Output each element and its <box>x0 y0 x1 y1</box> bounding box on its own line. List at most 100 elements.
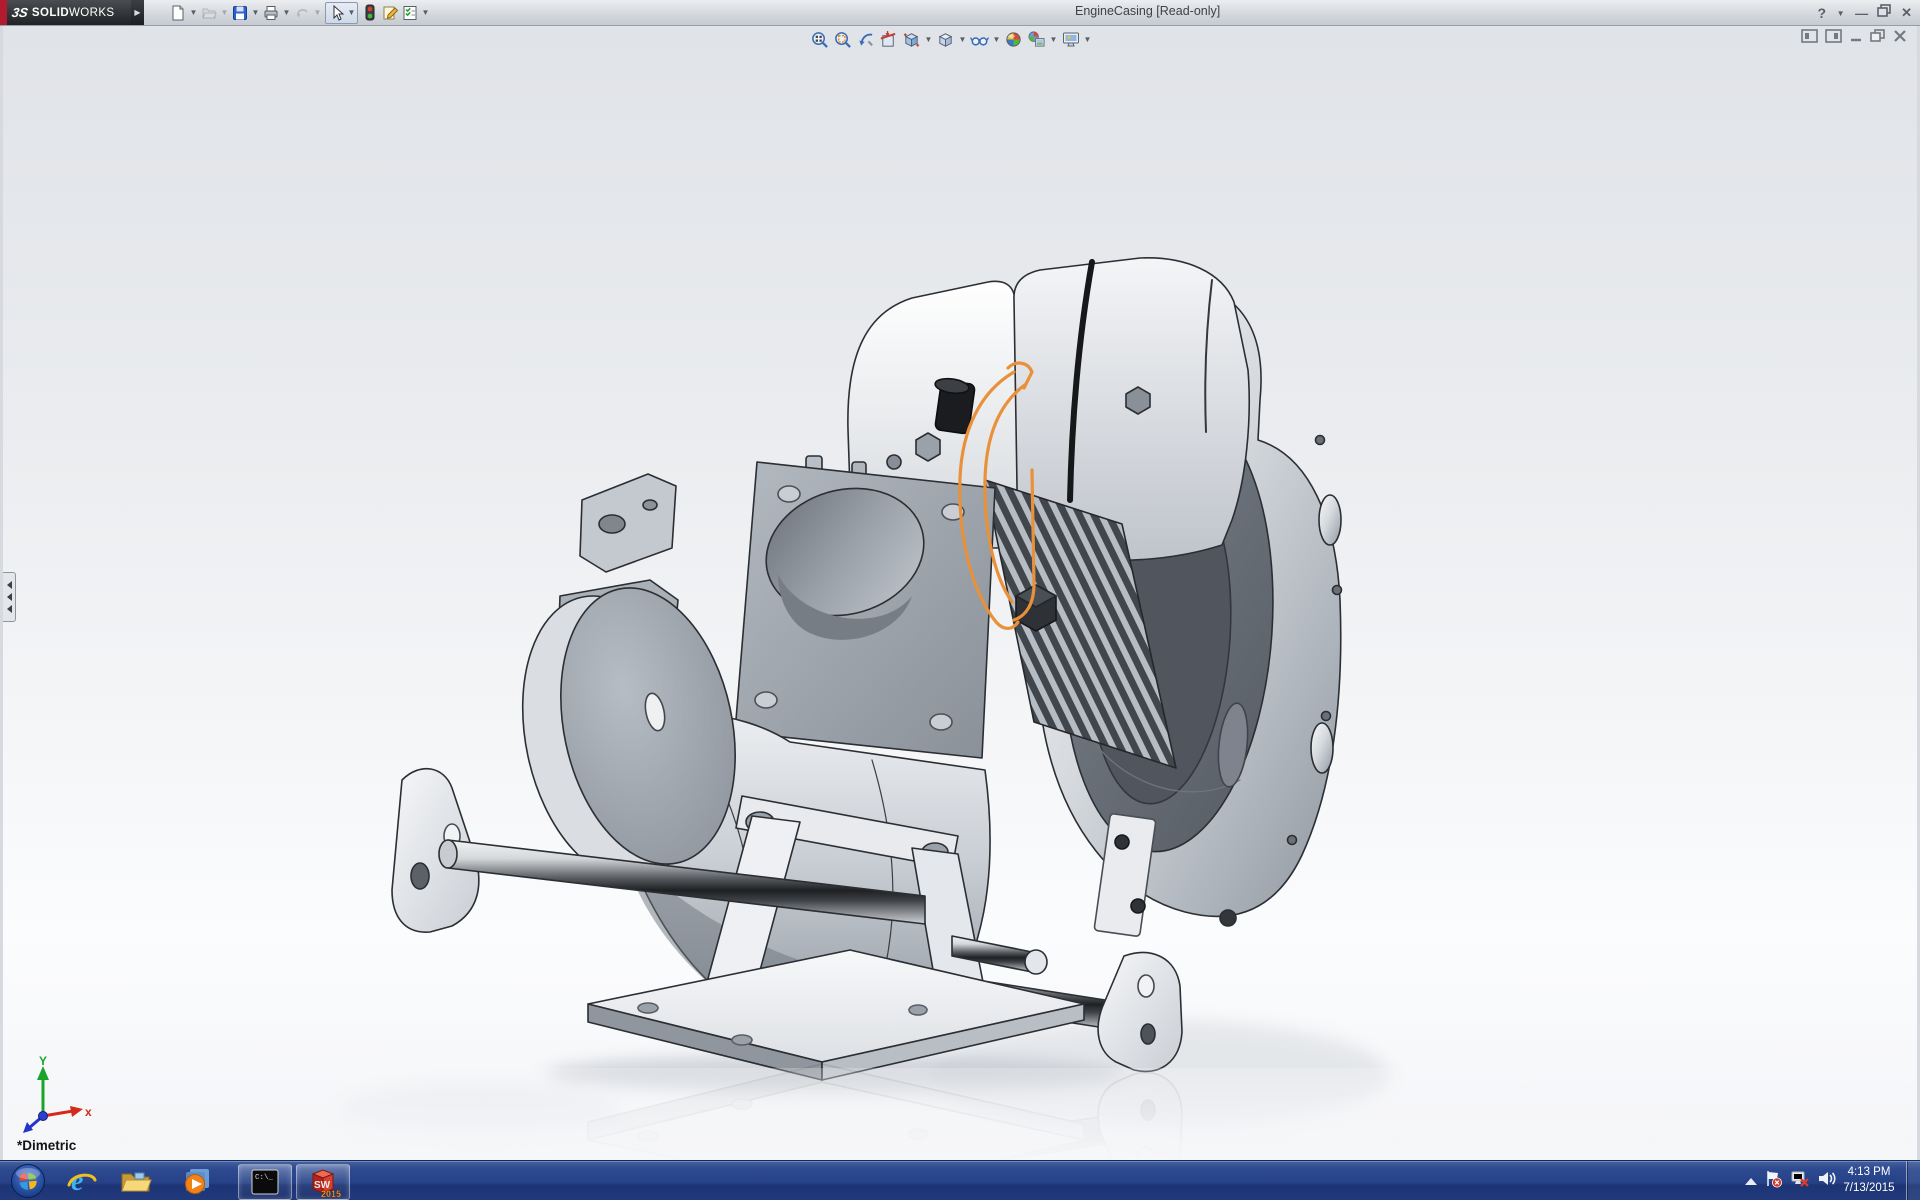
file-properties-icon <box>382 5 399 21</box>
undo-icon <box>294 5 310 21</box>
hide-show-items-button[interactable] <box>969 29 990 49</box>
app-window-controls: ? ▼ — ✕ <box>1818 3 1912 23</box>
doc-close-button[interactable] <box>1893 29 1907 43</box>
window-title: EngineCasing [Read-only] <box>1075 4 1220 18</box>
open-folder-icon <box>201 5 217 21</box>
taskbar-item-internet-explorer[interactable]: e <box>62 1164 102 1198</box>
show-desktop-button[interactable] <box>1906 1161 1920 1200</box>
view-settings-dropdown-icon[interactable]: ▼ <box>1083 29 1092 49</box>
document-window-controls <box>1801 29 1907 43</box>
help-dropdown-icon[interactable]: ▼ <box>1835 3 1846 23</box>
network-error-icon[interactable] <box>1790 1169 1810 1193</box>
display-style-icon <box>936 30 955 49</box>
design-checklist-button[interactable] <box>400 3 420 23</box>
section-view-button[interactable] <box>878 29 899 49</box>
3d-scene[interactable] <box>3 26 1917 1160</box>
help-button[interactable]: ? <box>1818 5 1827 21</box>
clock-time: 4:13 PM <box>1836 1164 1902 1180</box>
previous-view-button[interactable] <box>855 29 876 49</box>
select-tool-button[interactable]: ▼ <box>325 2 358 24</box>
logo-red-strip <box>0 0 7 25</box>
hide-show-dropdown-icon[interactable]: ▼ <box>992 29 1001 49</box>
svg-text:e: e <box>71 1166 83 1197</box>
desktop: 3S SOLIDWORKS ▶ ▼ ▼ ▼ <box>0 0 1920 1200</box>
system-tray <box>1745 1161 1836 1200</box>
view-orientation-label: *Dimetric <box>17 1138 76 1153</box>
file-properties-button[interactable] <box>380 3 400 23</box>
solidworks-2015-icon: SW 2015 <box>305 1165 341 1199</box>
edit-appearance-button[interactable] <box>1003 29 1024 49</box>
chevron-left-icon <box>7 605 12 613</box>
title-bar: 3S SOLIDWORKS ▶ ▼ ▼ ▼ <box>0 0 1920 26</box>
view-settings-button[interactable] <box>1060 29 1081 49</box>
clock-date: 7/13/2015 <box>1836 1180 1902 1196</box>
media-player-icon <box>179 1164 213 1198</box>
taskbar-item-windows-explorer[interactable] <box>116 1164 156 1198</box>
reference-triad: Y x <box>13 1056 93 1134</box>
doc-restore-button[interactable] <box>1870 29 1886 43</box>
open-dropdown-icon[interactable]: ▼ <box>219 3 230 23</box>
action-center-icon[interactable] <box>1764 1169 1783 1193</box>
display-style-dropdown-icon[interactable]: ▼ <box>958 29 967 49</box>
app-close-button[interactable]: ✕ <box>1901 5 1912 21</box>
checklist-icon <box>402 5 418 21</box>
view-orientation-dropdown-icon[interactable]: ▼ <box>924 29 933 49</box>
undo-dropdown-icon[interactable]: ▼ <box>312 3 323 23</box>
new-document-icon <box>170 5 186 21</box>
apply-scene-button[interactable] <box>1026 29 1047 49</box>
taskbar-clock[interactable]: 4:13 PM 7/13/2015 <box>1836 1164 1902 1198</box>
interference-lights-button[interactable] <box>360 3 380 23</box>
cmd-prompt-text: C:\_ <box>255 1174 274 1182</box>
windows-start-orb-icon <box>10 1163 46 1199</box>
new-dropdown-icon[interactable]: ▼ <box>188 3 199 23</box>
checklist-dropdown-icon[interactable]: ▼ <box>420 3 431 23</box>
section-view-icon <box>879 30 898 49</box>
ds-logo-glyph: 3S <box>11 5 30 20</box>
show-hidden-icons-button[interactable] <box>1745 1178 1757 1185</box>
sw-icon-year: 2015 <box>321 1189 341 1199</box>
brand-name: SOLIDWORKS <box>32 7 115 19</box>
select-dropdown-icon[interactable]: ▼ <box>346 3 357 23</box>
undo-button[interactable] <box>292 3 312 23</box>
traffic-light-icon <box>363 4 377 21</box>
view-orientation-button[interactable] <box>901 29 922 49</box>
feature-tree-collapsed-tab[interactable] <box>3 572 16 622</box>
new-document-button[interactable] <box>168 3 188 23</box>
taskbar-item-solidworks-2015[interactable]: SW 2015 <box>296 1164 350 1200</box>
heads-up-view-toolbar: ▼ ▼ ▼ <box>809 29 1092 49</box>
print-icon <box>263 5 279 21</box>
taskbar-item-command-prompt[interactable]: C:\_ <box>238 1164 292 1200</box>
internet-explorer-icon: e <box>65 1164 99 1198</box>
chevron-left-icon <box>7 581 12 589</box>
triad-x-label: x <box>85 1105 92 1119</box>
start-button[interactable] <box>8 1164 48 1198</box>
zoom-to-area-button[interactable] <box>832 29 853 49</box>
app-restore-button[interactable] <box>1877 4 1892 22</box>
menu-flyout-arrow-icon[interactable]: ▶ <box>131 0 144 25</box>
pane-right-button[interactable] <box>1825 29 1842 43</box>
zoom-to-fit-button[interactable] <box>809 29 830 49</box>
zoom-to-fit-icon <box>810 30 829 49</box>
volume-icon[interactable] <box>1817 1169 1836 1193</box>
save-dropdown-icon[interactable]: ▼ <box>250 3 261 23</box>
apply-scene-dropdown-icon[interactable]: ▼ <box>1049 29 1058 49</box>
view-orientation-icon <box>902 30 921 49</box>
previous-view-icon <box>856 30 875 49</box>
reflection-fade <box>3 1068 1917 1160</box>
apply-scene-icon <box>1027 30 1046 49</box>
graphics-area[interactable]: ▼ ▼ ▼ <box>0 26 1920 1160</box>
print-button[interactable] <box>261 3 281 23</box>
command-prompt-icon: C:\_ <box>250 1168 280 1196</box>
open-document-button[interactable] <box>199 3 219 23</box>
taskbar-item-media-player[interactable] <box>176 1164 216 1198</box>
doc-minimize-button[interactable] <box>1849 29 1863 43</box>
save-button[interactable] <box>230 3 250 23</box>
display-style-button[interactable] <box>935 29 956 49</box>
windows-taskbar: e C:\_ <box>0 1160 1920 1200</box>
pane-left-button[interactable] <box>1801 29 1818 43</box>
folder-icon <box>119 1164 153 1198</box>
quick-access-toolbar: ▼ ▼ ▼ ▼ <box>168 2 431 23</box>
print-dropdown-icon[interactable]: ▼ <box>281 3 292 23</box>
app-minimize-button[interactable]: — <box>1855 6 1868 21</box>
select-cursor-icon <box>326 3 346 23</box>
